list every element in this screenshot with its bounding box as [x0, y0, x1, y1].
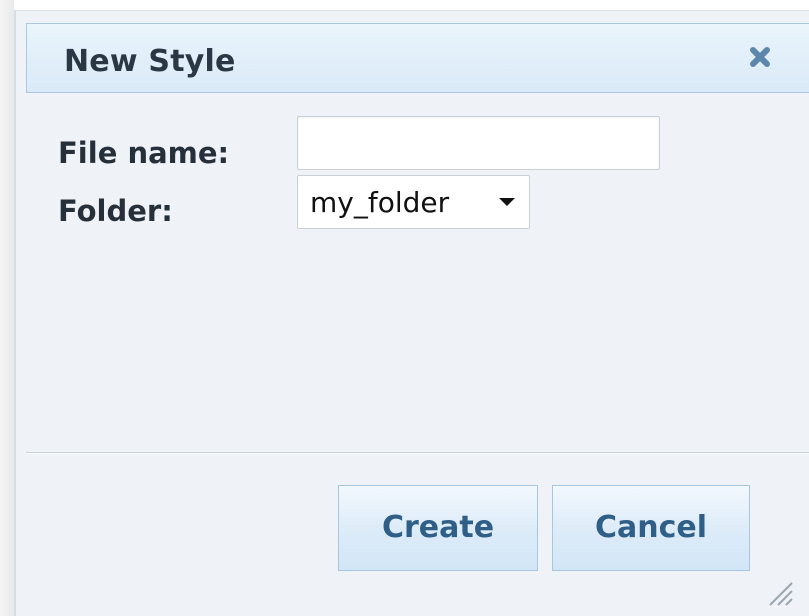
folder-label: Folder:: [58, 194, 173, 228]
dialog-title: New Style: [64, 44, 236, 79]
page-background-edge: [0, 0, 14, 616]
new-style-dialog: New Style File name: Folder: my_folder C…: [14, 10, 809, 616]
dialog-titlebar[interactable]: New Style: [26, 23, 809, 93]
resize-grip-icon[interactable]: [764, 577, 794, 607]
close-icon[interactable]: [745, 42, 775, 72]
chevron-down-icon: [499, 198, 515, 206]
footer-divider: [26, 452, 809, 454]
create-button[interactable]: Create: [338, 485, 538, 571]
cancel-button[interactable]: Cancel: [552, 485, 750, 571]
file-name-label: File name:: [58, 136, 230, 170]
file-name-input[interactable]: [297, 116, 660, 170]
folder-select[interactable]: my_folder: [297, 175, 530, 229]
folder-select-value: my_folder: [310, 186, 450, 219]
